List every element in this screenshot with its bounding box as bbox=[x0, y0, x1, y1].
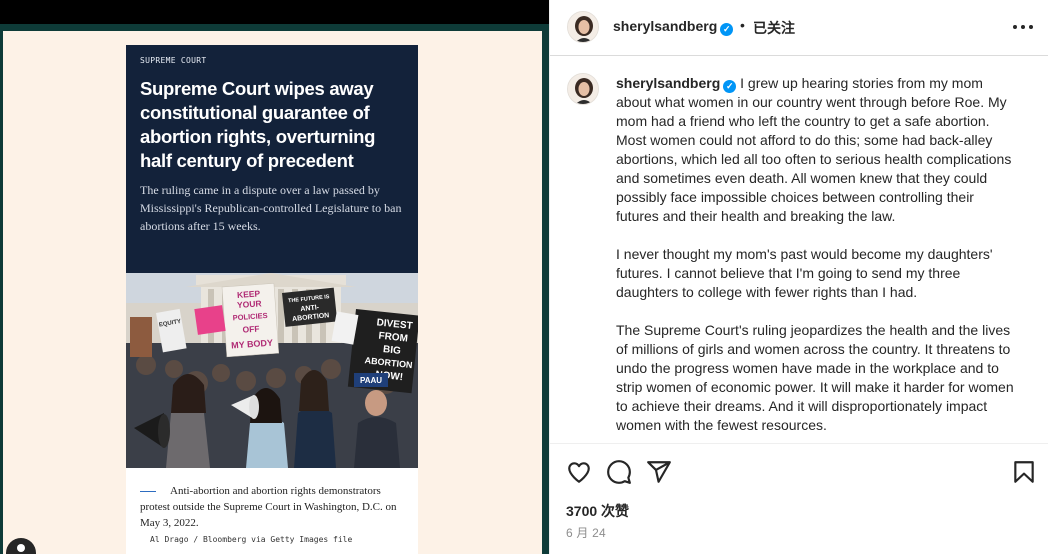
article-dek: The ruling came in a dispute over a law … bbox=[140, 183, 402, 233]
caption-and-comments[interactable]: sherylsandberg ✓ I grew up hearing storie… bbox=[550, 57, 1048, 443]
news-article-screenshot: SUPREME COURT Supreme Court wipes away c… bbox=[126, 45, 418, 554]
caption-paragraph: The Supreme Court's ruling jeopardizes t… bbox=[616, 322, 1014, 433]
following-button[interactable]: 已关注 bbox=[753, 18, 795, 38]
verified-badge-icon: ✓ bbox=[720, 23, 734, 36]
caption-paragraph: I never thought my mom's past would beco… bbox=[616, 246, 993, 300]
article-header: SUPREME COURT Supreme Court wipes away c… bbox=[126, 45, 418, 273]
heart-icon[interactable] bbox=[566, 459, 592, 485]
sign-text-your: YOUR bbox=[237, 298, 262, 310]
verified-badge-icon: ✓ bbox=[723, 80, 737, 93]
post-caption: sherylsandberg ✓ I grew up hearing storie… bbox=[616, 74, 1020, 435]
photo-caption: Anti-abortion and abortion rights demons… bbox=[140, 483, 410, 531]
caption-paragraph: sherylsandberg ✓ I grew up hearing storie… bbox=[616, 74, 1020, 226]
caption-username[interactable]: sherylsandberg bbox=[616, 75, 720, 91]
caption-text: I grew up hearing stories from my mom ab… bbox=[616, 75, 1012, 224]
post-date[interactable]: 6 月 24 bbox=[566, 524, 606, 541]
author-username-text[interactable]: sherylsandberg bbox=[613, 18, 717, 34]
post-header: sherylsandberg ✓ • 已关注 bbox=[550, 0, 1048, 56]
media-top-bar bbox=[0, 0, 549, 24]
caption-avatar[interactable] bbox=[567, 73, 599, 105]
speech-bubble-icon[interactable] bbox=[606, 459, 632, 485]
paper-plane-icon[interactable] bbox=[646, 459, 672, 485]
post-side-panel: sherylsandberg ✓ • 已关注 sherylsandberg ✓ I … bbox=[549, 0, 1048, 554]
author-username[interactable]: sherylsandberg ✓ bbox=[613, 18, 734, 36]
media-frame: SUPREME COURT Supreme Court wipes away c… bbox=[0, 24, 549, 554]
photo-credit: Al Drago / Bloomberg via Getty Images fi… bbox=[150, 535, 353, 544]
more-dots-icon[interactable] bbox=[1012, 17, 1034, 37]
photo-caption-text: Anti-abortion and abortion rights demons… bbox=[140, 485, 397, 529]
avatar[interactable] bbox=[567, 11, 599, 43]
avatar-portrait bbox=[568, 74, 598, 104]
post-actions: 3700 次赞 6 月 24 bbox=[550, 443, 1048, 554]
caption-paragraph-gap bbox=[616, 302, 1020, 321]
caption-accent-rule bbox=[140, 490, 156, 492]
sign-text-big: BIG bbox=[382, 344, 401, 357]
article-kicker: SUPREME COURT bbox=[140, 56, 207, 65]
sign-text-paau: PAAU bbox=[360, 376, 382, 385]
article-headline: Supreme Court wipes away constitutional … bbox=[140, 78, 376, 171]
sign-text-off: OFF bbox=[242, 323, 260, 334]
header-separator: • bbox=[740, 17, 745, 33]
caption-paragraph-gap bbox=[616, 226, 1020, 245]
protest-photo-drawing: KEEP YOUR POLICIES OFF MY BODY THE FUTUR… bbox=[126, 273, 418, 468]
bookmark-icon[interactable] bbox=[1011, 459, 1037, 485]
post-media[interactable]: SUPREME COURT Supreme Court wipes away c… bbox=[0, 0, 549, 554]
avatar-portrait bbox=[568, 12, 598, 42]
likes-count[interactable]: 3700 次赞 bbox=[566, 501, 629, 521]
protest-photo: KEEP YOUR POLICIES OFF MY BODY THE FUTUR… bbox=[126, 273, 418, 468]
media-image-card: SUPREME COURT Supreme Court wipes away c… bbox=[3, 31, 542, 554]
